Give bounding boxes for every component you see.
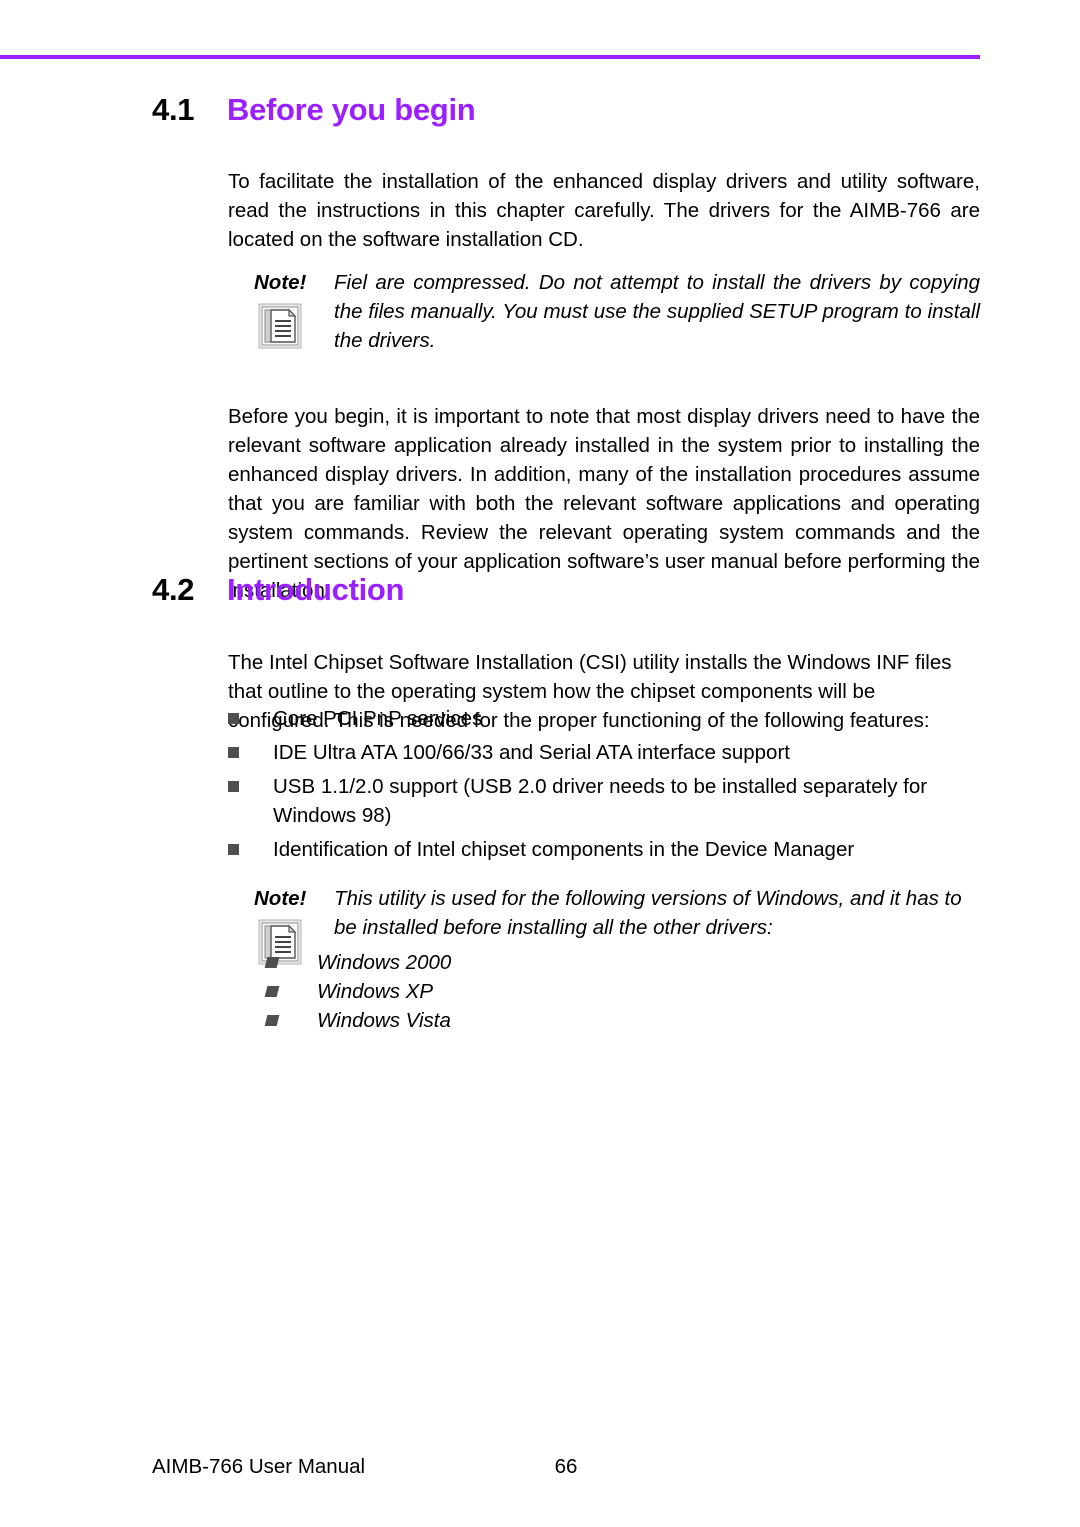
list-item-label: Windows Vista <box>317 1009 451 1032</box>
list-item-label: IDE Ultra ATA 100/66/33 and Serial ATA i… <box>273 741 790 764</box>
list-item-label: Core PCI PnP services <box>273 707 483 730</box>
paragraph-before-you-begin-intro: To facilitate the installation of the en… <box>228 169 980 251</box>
square-bullet-icon <box>228 704 273 724</box>
list-item: Windows Vista <box>254 1006 980 1035</box>
feature-bullet-list: Core PCI PnP services IDE Ultra ATA 100/… <box>228 704 980 869</box>
square-bullet-icon <box>228 835 273 855</box>
section-number: 4.2 <box>152 572 195 607</box>
note-text: Fiel are compressed. Do not attempt to i… <box>334 271 980 352</box>
note-document-icon <box>258 919 302 965</box>
list-item-label: Identification of Intel chipset componen… <box>273 838 855 861</box>
note-block-drivers-compressed: Note! Fiel are compressed. Do not attemp… <box>254 268 980 355</box>
list-item: Identification of Intel chipset componen… <box>228 835 980 864</box>
square-bullet-icon <box>228 738 273 758</box>
header-rule <box>0 55 980 59</box>
list-item-label: Windows 2000 <box>317 951 452 974</box>
italic-square-bullet-icon <box>254 1006 317 1026</box>
list-item: IDE Ultra ATA 100/66/33 and Serial ATA i… <box>228 738 980 767</box>
page-footer: AIMB-766 User Manual 66 <box>0 1455 1080 1485</box>
section-heading-4-1: 4.1 Before you begin <box>152 92 476 128</box>
square-bullet-icon <box>228 772 273 792</box>
list-item: Windows 2000 <box>254 948 980 977</box>
footer-page-number: 66 <box>554 1455 578 1478</box>
section-title: Before you begin <box>227 92 476 127</box>
list-item-label: USB 1.1/2.0 support (USB 2.0 driver need… <box>273 775 928 827</box>
list-item: USB 1.1/2.0 support (USB 2.0 driver need… <box>228 772 980 830</box>
note-text: This utility is used for the following v… <box>334 887 962 939</box>
italic-square-bullet-icon <box>254 977 317 997</box>
list-item: Windows XP <box>254 977 980 1006</box>
section-heading-4-2: 4.2 Introduction <box>152 572 405 608</box>
note-block-windows-versions: Note! This utility is used for the follo… <box>254 884 980 1035</box>
note-sublist-windows-versions: Windows 2000 Windows XP Windows Vista <box>254 948 980 1035</box>
note-document-icon <box>258 303 302 349</box>
note-label: Note! <box>254 271 307 294</box>
document-page: 4.1 Before you begin To facilitate the i… <box>0 0 1080 1527</box>
section-number: 4.1 <box>152 92 195 127</box>
list-item-label: Windows XP <box>317 980 434 1003</box>
note-label: Note! <box>254 887 307 910</box>
list-item: Core PCI PnP services <box>228 704 980 733</box>
section-title: Introduction <box>227 572 405 607</box>
